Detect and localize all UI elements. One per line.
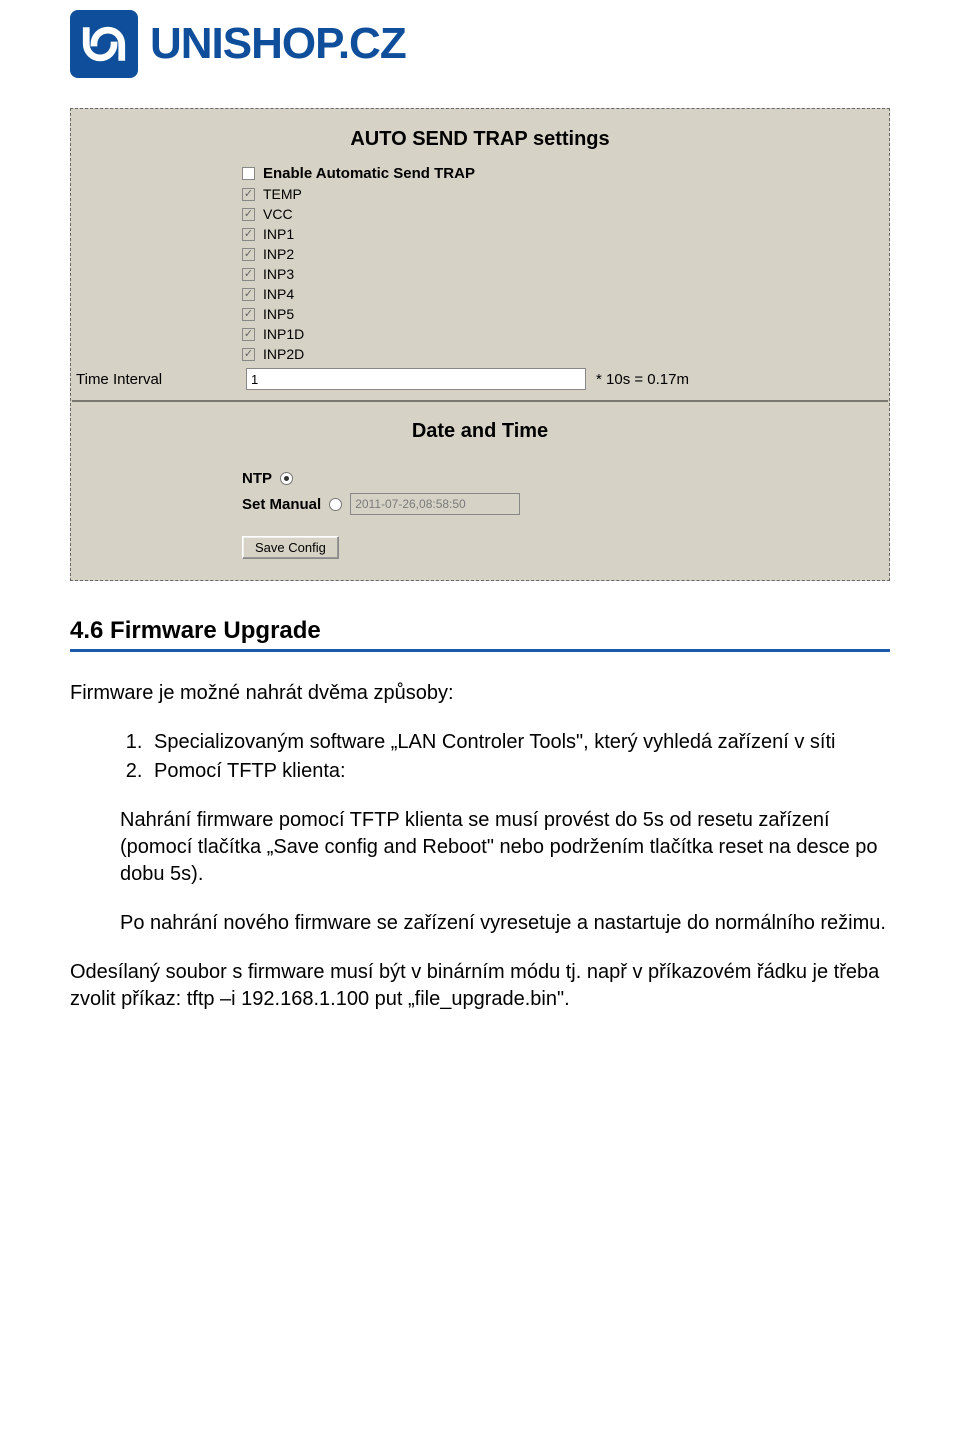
checkbox <box>242 268 255 281</box>
checkbox <box>242 348 255 361</box>
checkbox-row: VCC <box>242 204 888 224</box>
checkbox-label: INP1D <box>263 326 304 342</box>
checkbox-row: INP4 <box>242 284 888 304</box>
datetime-input[interactable] <box>350 493 520 515</box>
checkbox <box>242 288 255 301</box>
trap-settings-title: AUTO SEND TRAP settings <box>72 110 888 163</box>
checkbox-row: INP1D <box>242 324 888 344</box>
brand-logo: UNISHOP.CZ <box>70 10 890 78</box>
method-list: Specializovaným software „LAN Controler … <box>70 729 890 785</box>
checkbox <box>242 328 255 341</box>
heading-underline <box>70 649 890 652</box>
ntp-label: NTP <box>242 470 272 487</box>
section-heading: 4.6 Firmware Upgrade <box>70 617 890 645</box>
ntp-radio[interactable] <box>280 472 293 485</box>
time-interval-input[interactable] <box>246 368 586 390</box>
checkbox <box>242 228 255 241</box>
checkbox-label: INP2 <box>263 246 294 262</box>
checkbox-label: INP4 <box>263 286 294 302</box>
date-time-title: Date and Time <box>72 402 888 455</box>
paragraph: Po nahrání nového firmware se zařízení v… <box>120 910 890 937</box>
save-config-button[interactable]: Save Config <box>242 536 339 559</box>
checkbox-row: INP5 <box>242 304 888 324</box>
checkbox-row: INP3 <box>242 264 888 284</box>
set-manual-radio[interactable] <box>329 498 342 511</box>
checkbox <box>242 188 255 201</box>
checkbox-label: INP5 <box>263 306 294 322</box>
checkbox-row: INP2 <box>242 244 888 264</box>
logo-text: UNISHOP.CZ <box>150 19 406 69</box>
time-interval-label: Time Interval <box>72 371 246 388</box>
checkbox <box>242 208 255 221</box>
paragraph: Odesílaný soubor s firmware musí být v b… <box>70 959 890 1013</box>
checkbox-row: TEMP <box>242 184 888 204</box>
checkbox-label: INP1 <box>263 226 294 242</box>
checkbox-label: Enable Automatic Send TRAP <box>263 165 475 182</box>
intro-text: Firmware je možné nahrát dvěma způsoby: <box>70 680 890 707</box>
set-manual-label: Set Manual <box>242 496 321 513</box>
time-interval-hint: * 10s = 0.17m <box>596 371 689 388</box>
checkbox-label: INP3 <box>263 266 294 282</box>
checkbox-row: INP1 <box>242 224 888 244</box>
checkbox-row: INP2D <box>242 344 888 364</box>
checkbox-label: VCC <box>263 206 293 222</box>
checkbox[interactable] <box>242 167 255 180</box>
checkbox-label: TEMP <box>263 186 302 202</box>
checkbox <box>242 248 255 261</box>
list-item: Specializovaným software „LAN Controler … <box>148 729 890 756</box>
checkbox <box>242 308 255 321</box>
logo-icon <box>70 10 138 78</box>
paragraph: Nahrání firmware pomocí TFTP klienta se … <box>120 807 890 888</box>
checkbox-row: Enable Automatic Send TRAP <box>242 163 888 184</box>
settings-panel: AUTO SEND TRAP settings Enable Automatic… <box>70 108 890 581</box>
list-item: Pomocí TFTP klienta: <box>148 758 890 785</box>
checkbox-label: INP2D <box>263 346 304 362</box>
